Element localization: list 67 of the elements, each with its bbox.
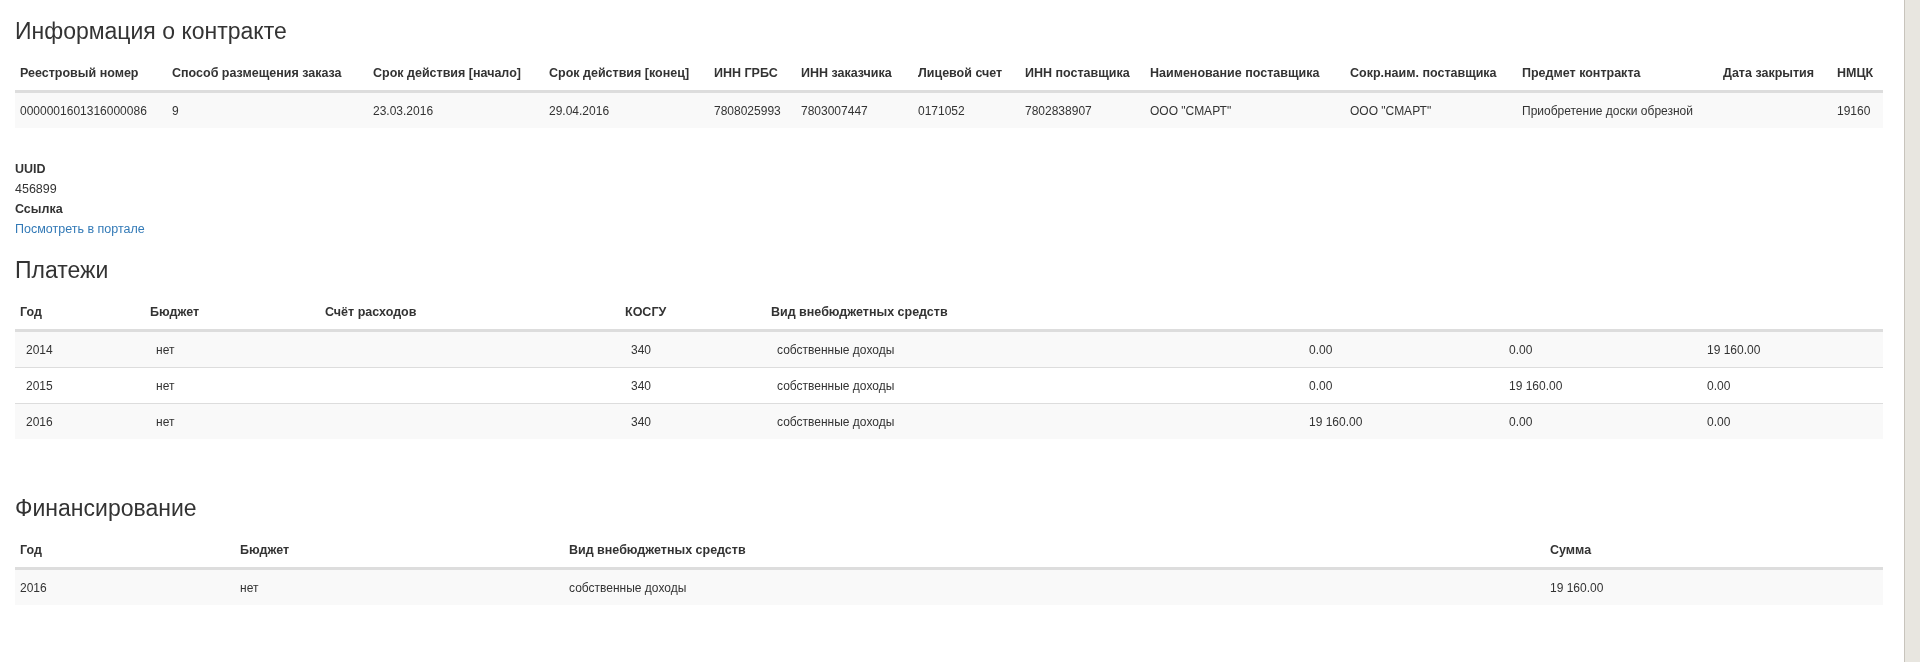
table-cell-text: нет [156,341,175,359]
field-value: 456899 [15,181,57,198]
table-cell-text: 340 [631,413,652,431]
table-cell-text: 9 [172,102,179,120]
table-cell-text: 0.00 [1707,413,1731,431]
column-header: Лицевой счет [918,64,1003,82]
table-cell-text: 2016 [20,579,47,597]
table-cell-text: 7802838907 [1025,102,1092,120]
column-header: НМЦК [1837,64,1874,82]
column-header: Срок действия [конец] [549,64,690,82]
table-cell-text: 19 160.00 [1509,377,1563,395]
column-header: Способ размещения заказа [172,64,342,82]
table-cell-text: ООО "СМАРТ" [1350,102,1432,120]
field-label: Ссылка [15,201,63,218]
column-header: Предмет контракта [1522,64,1641,82]
column-header: ИНН поставщика [1025,64,1130,82]
table-cell-text: 2014 [26,341,53,359]
table-cell-text: 0000001601316000086 [20,102,147,120]
column-header: Вид внебюджетных средств [569,541,746,559]
table-cell-text: нет [156,377,175,395]
column-header: ИНН заказчика [801,64,892,82]
table-cell-text: 2015 [26,377,53,395]
table-cell-text: 29.04.2016 [549,102,610,120]
table-cell-text: Приобретение доски обрезной [1522,102,1693,120]
column-header: Счёт расходов [325,303,417,321]
table-cell-text: 340 [631,341,652,359]
column-header: Сумма [1550,541,1592,559]
section-title: Информация о контракте [15,17,288,46]
table-cell-text: 0.00 [1509,341,1533,359]
section-title: Финансирование [15,494,198,523]
table-cell-text: 0.00 [1309,341,1333,359]
table-cell-text: 2016 [26,413,53,431]
column-header: Наименование поставщика [1150,64,1320,82]
table-cell-text: нет [156,413,175,431]
table-cell-text: собственные доходы [777,341,895,359]
scrollbar[interactable] [1904,0,1920,662]
table-cell-text: ООО "СМАРТ" [1150,102,1232,120]
table-cell-text: 340 [631,377,652,395]
table-cell-text: 0171052 [918,102,965,120]
table-cell-text: нет [240,579,259,597]
table-cell-text: 0.00 [1309,377,1333,395]
table-cell-text: собственные доходы [777,377,895,395]
column-header: Бюджет [240,541,290,559]
table-cell-text: 19 160.00 [1309,413,1363,431]
column-header: Реестровый номер [20,64,139,82]
table-cell-text: 0.00 [1707,377,1731,395]
column-header: КОСГУ [625,303,667,321]
table-cell-text: 7808025993 [714,102,781,120]
table-cell-text: собственные доходы [777,413,895,431]
column-header: Вид внебюджетных средств [771,303,948,321]
table-cell-text: 7803007447 [801,102,868,120]
table-cell-text: 0.00 [1509,413,1533,431]
column-header: Год [20,303,42,321]
table-cell-text: 19 160.00 [1707,341,1761,359]
column-header: Сокр.наим. поставщика [1350,64,1497,82]
table-cell-text: 19 160.00 [1550,579,1604,597]
portal-link[interactable]: Посмотреть в портале [15,219,145,239]
table-cell-text: собственные доходы [569,579,687,597]
field-label: UUID [15,161,46,178]
column-header: ИНН ГРБС [714,64,778,82]
column-header: Срок действия [начало] [373,64,521,82]
column-header: Дата закрытия [1723,64,1815,82]
column-header: Бюджет [150,303,200,321]
table-cell-text: 19160 [1837,102,1871,120]
section-title: Платежи [15,256,110,285]
column-header: Год [20,541,42,559]
table-cell-text: 23.03.2016 [373,102,434,120]
